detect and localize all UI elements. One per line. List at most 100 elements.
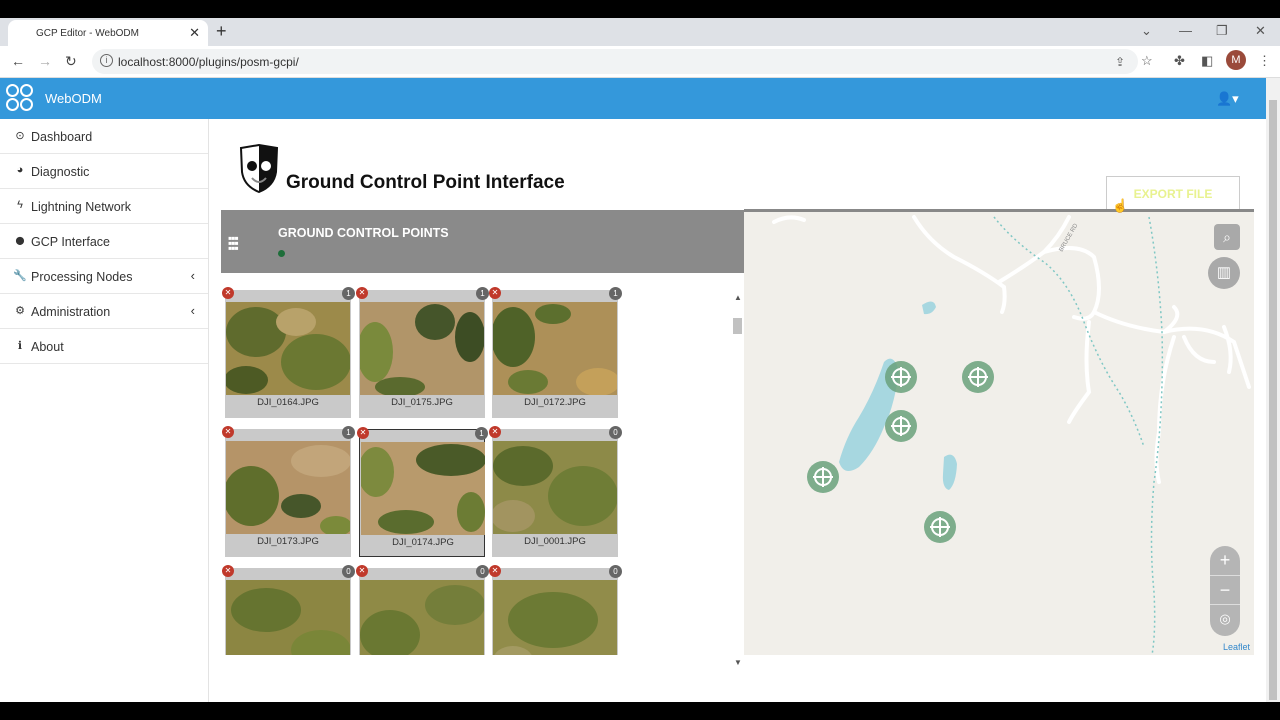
image-thumbnail[interactable]: DJI_0173.JPG ✕ 1 bbox=[222, 426, 355, 557]
restore-icon[interactable]: ❐ bbox=[1216, 23, 1228, 39]
image-thumbnail[interactable]: ✕ 0 bbox=[222, 565, 355, 655]
remove-image-icon[interactable]: ✕ bbox=[356, 565, 368, 577]
browser-tab[interactable]: GCP Editor - WebODM ✕ bbox=[8, 20, 208, 46]
locate-icon[interactable]: ◎ bbox=[1210, 604, 1240, 632]
bolt-icon: ϟ bbox=[17, 199, 23, 211]
profile-avatar[interactable]: M bbox=[1226, 50, 1246, 70]
dashboard-icon: ⊙ bbox=[15, 130, 25, 142]
gcp-count-badge: 0 bbox=[609, 565, 622, 578]
image-grid: DJI_0164.JPG ✕ 1 DJI_0175.JPG ✕ 1 DJI_01… bbox=[221, 273, 731, 655]
app-header: WebODM 👤▾ bbox=[0, 78, 1266, 119]
image-thumbnail[interactable]: DJI_0172.JPG ✕ 1 bbox=[489, 287, 622, 418]
zoom-out-button[interactable]: − bbox=[1210, 575, 1240, 603]
new-tab-button[interactable]: + bbox=[216, 21, 227, 42]
sidebar-item-label: Administration bbox=[31, 305, 111, 319]
sidebar-item-label: Processing Nodes bbox=[31, 270, 133, 284]
scroll-up-arrow[interactable]: ▲ bbox=[734, 293, 742, 302]
scroll-down-arrow[interactable]: ▼ bbox=[734, 658, 742, 667]
map-view[interactable]: BRUCE RD ⌕ ▥ + − ◎ Leaflet bbox=[744, 212, 1254, 655]
grid-menu-icon[interactable]: ▪▪▪ ▪▪▪ ▪▪▪ bbox=[228, 232, 239, 254]
aerial-photo bbox=[226, 441, 350, 534]
sidebar-item-label: About bbox=[31, 340, 64, 354]
share-icon[interactable]: ⇪ bbox=[1115, 55, 1125, 69]
minimize-icon[interactable]: — bbox=[1179, 23, 1192, 38]
aerial-photo bbox=[226, 580, 350, 655]
remove-image-icon[interactable]: ✕ bbox=[357, 427, 369, 439]
remove-image-icon[interactable]: ✕ bbox=[222, 565, 234, 577]
address-bar[interactable]: i localhost:8000/plugins/posm-gcpi/ ⇪ bbox=[92, 49, 1138, 74]
gcp-count-badge: 1 bbox=[342, 287, 355, 300]
user-menu-icon[interactable]: 👤▾ bbox=[1216, 91, 1239, 107]
gcp-marker[interactable] bbox=[885, 361, 917, 393]
sidebar-item-lightning-network[interactable]: ϟ Lightning Network bbox=[0, 189, 208, 224]
chevron-left-icon[interactable]: ‹ bbox=[191, 268, 195, 283]
image-filename: DJI_0175.JPG bbox=[391, 397, 453, 408]
gcp-marker[interactable] bbox=[807, 461, 839, 493]
webodm-logo-icon[interactable] bbox=[6, 84, 38, 114]
app-name[interactable]: WebODM bbox=[45, 91, 102, 106]
remove-image-icon[interactable]: ✕ bbox=[489, 565, 501, 577]
map-layers-icon[interactable]: ▥ bbox=[1208, 257, 1240, 289]
image-thumbnail-selected[interactable]: DJI_0174.JPG ✕ 1 bbox=[357, 427, 488, 557]
pie-chart-icon: ◕ bbox=[16, 164, 24, 176]
bookmark-star-icon[interactable]: ☆ bbox=[1141, 53, 1153, 69]
tab-strip: GCP Editor - WebODM ✕ + ⌄ — ❐ ✕ bbox=[0, 18, 1280, 46]
gcp-marker[interactable] bbox=[924, 511, 956, 543]
image-filename: DJI_0172.JPG bbox=[524, 397, 586, 408]
extensions-icon[interactable]: ✤ bbox=[1174, 53, 1185, 69]
sidebar-item-processing-nodes[interactable]: 🔧 Processing Nodes ‹ bbox=[0, 259, 208, 294]
aerial-photo bbox=[493, 441, 617, 534]
tab-search-icon[interactable]: ⌄ bbox=[1141, 23, 1152, 39]
remove-image-icon[interactable]: ✕ bbox=[489, 426, 501, 438]
sidebar-item-label: Lightning Network bbox=[31, 200, 132, 214]
image-thumbnail[interactable]: DJI_0164.JPG ✕ 1 bbox=[222, 287, 355, 418]
remove-image-icon[interactable]: ✕ bbox=[222, 287, 234, 299]
page-scrollbar[interactable] bbox=[1266, 78, 1280, 702]
browser-menu-icon[interactable]: ⋮ bbox=[1258, 53, 1271, 69]
chevron-left-icon[interactable]: ‹ bbox=[191, 303, 195, 318]
side-panel-icon[interactable]: ◧ bbox=[1201, 53, 1213, 69]
gcp-count-badge: 1 bbox=[475, 427, 488, 440]
page-title: Ground Control Point Interface bbox=[286, 172, 565, 193]
sidebar-item-dashboard[interactable]: ⊙ Dashboard bbox=[0, 119, 208, 154]
zoom-control: + − ◎ bbox=[1210, 546, 1240, 636]
remove-image-icon[interactable]: ✕ bbox=[356, 287, 368, 299]
remove-image-icon[interactable]: ✕ bbox=[489, 287, 501, 299]
sidebar-item-gcp-interface[interactable]: ⬤ GCP Interface bbox=[0, 224, 208, 259]
tab-title: GCP Editor - WebODM bbox=[36, 28, 139, 39]
map-search-icon[interactable]: ⌕ bbox=[1214, 224, 1240, 250]
sidebar-item-label: GCP Interface bbox=[31, 235, 110, 249]
image-filename: DJI_0001.JPG bbox=[524, 536, 586, 547]
cursor-hand-icon: ☝ bbox=[1112, 198, 1129, 213]
forward-icon[interactable]: → bbox=[38, 53, 52, 69]
aerial-photo bbox=[226, 302, 350, 395]
map-marker-icon: ⬤ bbox=[15, 236, 25, 245]
image-grid-scrollbar[interactable] bbox=[733, 318, 742, 334]
gcp-panel-header: ▪▪▪ ▪▪▪ ▪▪▪ GROUND CONTROL POINTS bbox=[221, 210, 744, 273]
back-icon[interactable]: ← bbox=[11, 53, 25, 69]
page-scrollbar-thumb[interactable] bbox=[1269, 100, 1277, 700]
image-filename: DJI_0173.JPG bbox=[257, 536, 319, 547]
gcp-count-badge: 0 bbox=[476, 565, 489, 578]
remove-image-icon[interactable]: ✕ bbox=[222, 426, 234, 438]
sidebar-item-diagnostic[interactable]: ◕ Diagnostic bbox=[0, 154, 208, 189]
gcp-marker[interactable] bbox=[885, 410, 917, 442]
site-info-icon[interactable]: i bbox=[100, 54, 113, 67]
aerial-photo bbox=[493, 580, 617, 655]
gcp-count-badge: 1 bbox=[476, 287, 489, 300]
close-window-icon[interactable]: ✕ bbox=[1255, 23, 1266, 39]
leaflet-attribution[interactable]: Leaflet bbox=[1223, 642, 1250, 652]
reload-icon[interactable]: ↻ bbox=[65, 53, 77, 70]
sidebar-item-about[interactable]: ℹ About bbox=[0, 329, 208, 364]
gcp-count-badge: 1 bbox=[609, 287, 622, 300]
tab-close-icon[interactable]: ✕ bbox=[189, 25, 200, 41]
image-thumbnail[interactable]: DJI_0175.JPG ✕ 1 bbox=[356, 287, 489, 418]
image-filename: DJI_0174.JPG bbox=[392, 537, 454, 548]
url-text: localhost:8000/plugins/posm-gcpi/ bbox=[118, 55, 299, 69]
image-thumbnail[interactable]: ✕ 0 bbox=[356, 565, 489, 655]
image-thumbnail[interactable]: ✕ 0 bbox=[489, 565, 622, 655]
gcp-marker[interactable] bbox=[962, 361, 994, 393]
image-thumbnail[interactable]: DJI_0001.JPG ✕ 0 bbox=[489, 426, 622, 557]
sidebar-item-administration[interactable]: ⚙ Administration ‹ bbox=[0, 294, 208, 329]
zoom-in-button[interactable]: + bbox=[1210, 546, 1240, 574]
